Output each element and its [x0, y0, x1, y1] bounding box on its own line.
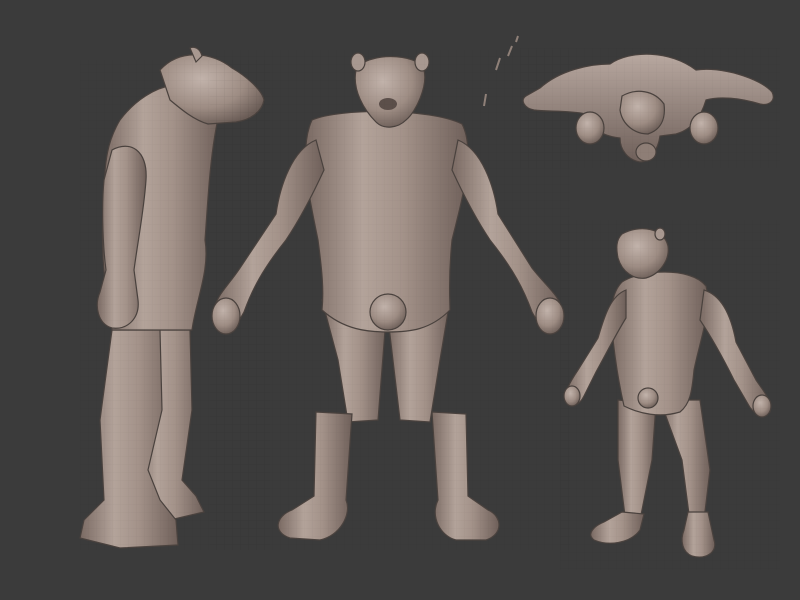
three-quarter-view — [560, 220, 780, 570]
front-view — [210, 50, 570, 550]
sculpt-viewport — [0, 0, 800, 600]
top-view — [520, 48, 780, 168]
